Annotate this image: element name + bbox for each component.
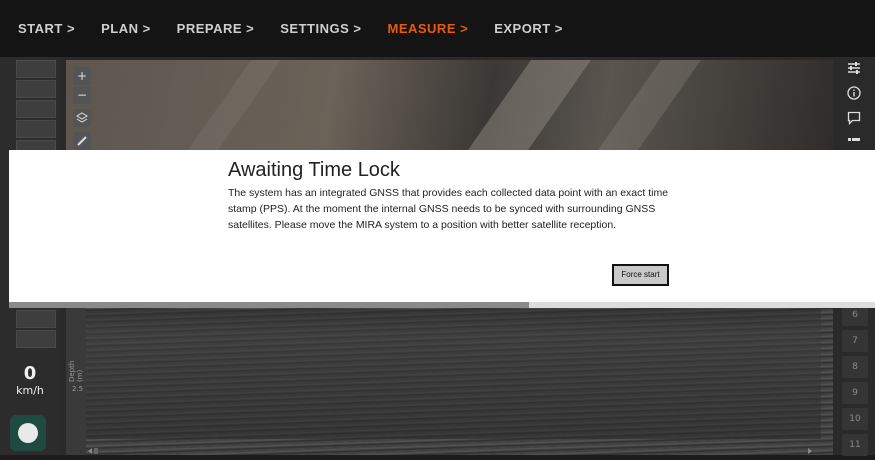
speed-unit: km/h [16,384,44,397]
ruler-icon[interactable] [73,132,91,150]
speed-readout: 0 km/h [8,363,52,398]
page-button[interactable]: 7 [842,330,868,352]
time-lock-progress-fill [9,302,529,308]
nav-step-measure[interactable]: MEASURE > [387,21,468,36]
channel-slot[interactable] [16,120,56,138]
top-navigation: START > PLAN > PREPARE > SETTINGS > MEAS… [0,0,875,57]
nav-step-prepare[interactable]: PREPARE > [177,21,255,36]
radargram-overlay [86,309,821,439]
nav-step-export[interactable]: EXPORT > [494,21,563,36]
depth-tick-label: 2.5 [72,385,84,393]
comment-icon[interactable] [847,111,861,129]
record-icon [18,423,38,443]
zoom-in-button[interactable]: + [73,67,91,85]
page-button[interactable]: 11 [842,434,868,456]
channel-slot[interactable] [16,100,56,118]
channel-slot[interactable] [16,330,56,348]
dialog-title: Awaiting Time Lock [228,159,400,181]
radargram-scrollbar[interactable] [86,441,816,454]
page-button[interactable]: 9 [842,382,868,404]
dialog-message: The system has an integrated GNSS that p… [228,187,669,231]
time-lock-progress [9,302,875,308]
info-icon[interactable] [847,86,861,104]
nav-step-settings[interactable]: SETTINGS > [280,21,361,36]
speed-value: 0 [23,363,37,384]
time-lock-dialog: Awaiting Time Lock The system has an int… [9,150,875,302]
channel-slot[interactable] [16,310,56,328]
force-start-button[interactable]: Force start [612,264,669,286]
scroll-right-icon [808,448,812,454]
page-button[interactable]: 10 [842,408,868,430]
page-button[interactable]: 8 [842,356,868,378]
layers-icon[interactable] [73,109,91,127]
nav-step-start[interactable]: START > [18,21,75,36]
zoom-out-button[interactable]: − [73,86,91,104]
record-button[interactable] [10,415,46,451]
map-view[interactable]: + − [66,60,833,151]
depth-axis: Depth (m) 2.5 [66,307,86,455]
nav-step-plan[interactable]: PLAN > [101,21,151,36]
depth-axis-label: Depth (m) [68,360,84,382]
scroll-left-icon [88,448,92,454]
sliders-icon[interactable] [847,61,861,79]
channel-slot[interactable] [16,60,56,78]
channel-slot[interactable] [16,80,56,98]
